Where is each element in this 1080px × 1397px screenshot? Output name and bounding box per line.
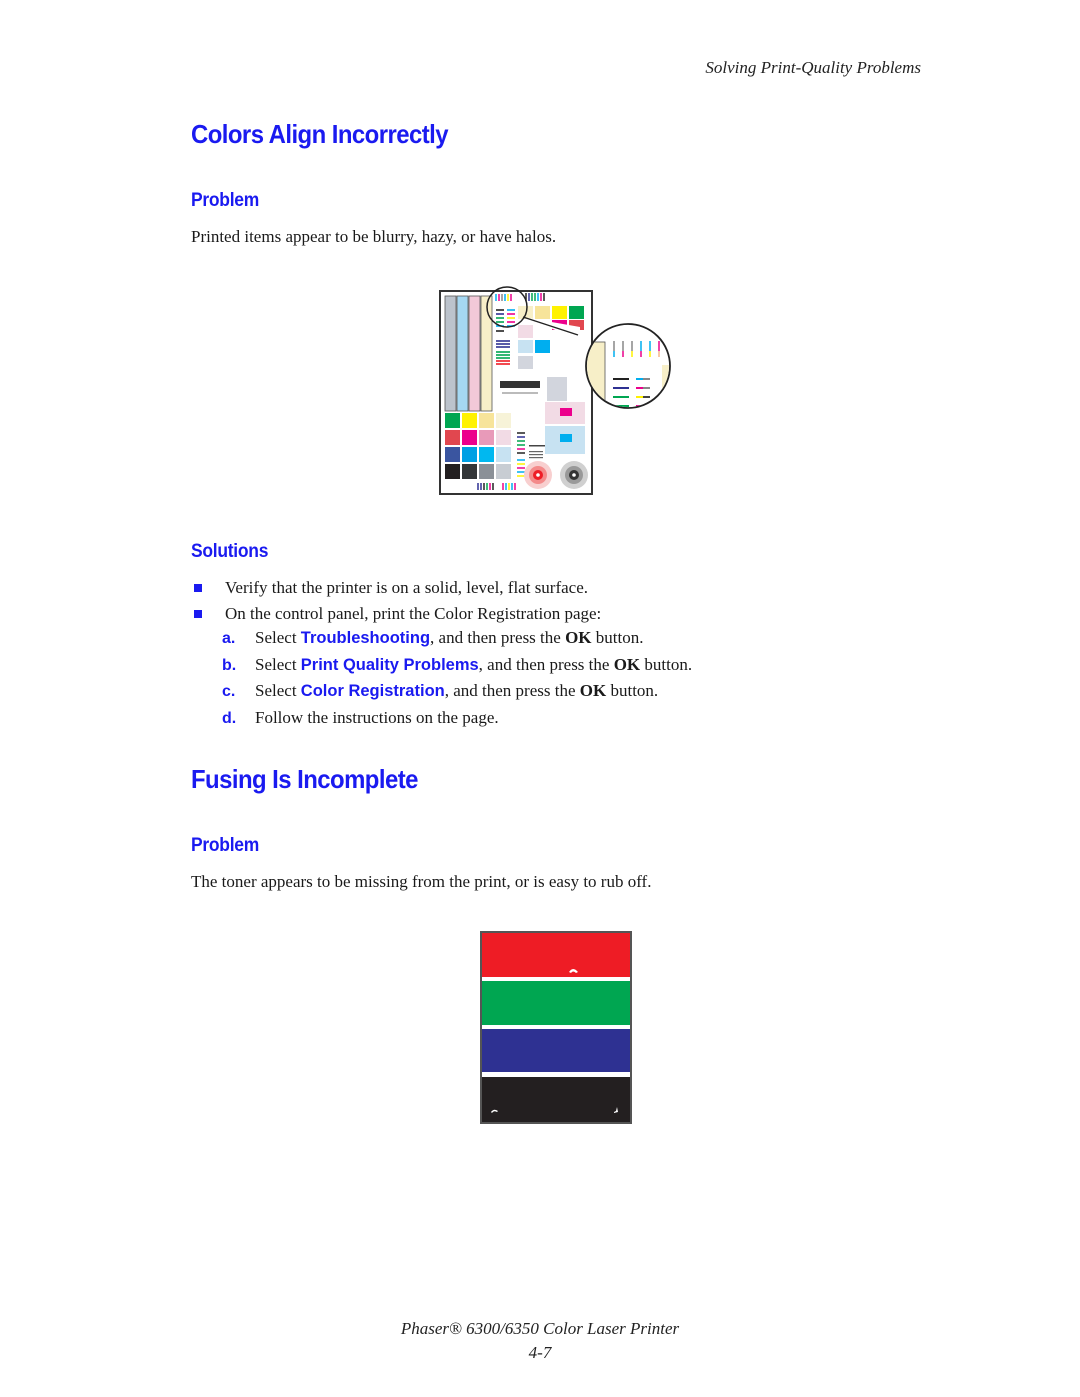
step-b: b. Select Print Quality Problems, and th… [222, 655, 692, 675]
problem-text-2: The toner appears to be missing from the… [191, 872, 652, 891]
section-title-colors-align: Colors Align Incorrectly [191, 119, 449, 149]
step-text: , and then press the [444, 681, 580, 700]
bullet-text: Verify that the printer is on a solid, l… [225, 578, 589, 597]
bullet-square-icon [194, 610, 202, 618]
step-text: Select [255, 628, 301, 647]
color-registration-figure [430, 280, 680, 500]
menu-term-print-quality-problems: Print Quality Problems [300, 656, 479, 674]
ok-button-term: OK [579, 681, 607, 700]
step-text: button. [640, 655, 693, 674]
step-text: , and then press the [430, 628, 566, 647]
page-number: 4-7 [528, 1343, 552, 1362]
step-letter: d. [222, 710, 237, 727]
step-d: d. Follow the instructions on the page. [222, 708, 499, 728]
solutions-heading: Solutions [191, 541, 269, 562]
step-text: , and then press the [478, 655, 614, 674]
step-letter: a. [222, 630, 236, 647]
step-text: button. [606, 681, 659, 700]
running-head: Solving Print-Quality Problems [705, 58, 921, 77]
step-text: Follow the instructions on the page. [255, 708, 499, 727]
problem-heading-2: Problem [191, 835, 260, 856]
bullet-square-icon [194, 584, 202, 592]
step-letter: b. [222, 657, 237, 674]
step-text: Select [255, 681, 301, 700]
section-title-fusing-incomplete: Fusing Is Incomplete [191, 764, 418, 794]
ok-button-term: OK [565, 628, 592, 647]
solution-bullet: Verify that the printer is on a solid, l… [191, 578, 588, 598]
step-a: a. Select Troubleshooting, and then pres… [222, 628, 643, 648]
color-band-green [482, 981, 630, 1025]
color-band-red [482, 933, 630, 977]
color-band-blue [482, 1029, 630, 1072]
menu-term-troubleshooting: Troubleshooting [300, 629, 431, 647]
bullet-text: On the control panel, print the Color Re… [225, 604, 602, 623]
step-c: c. Select Color Registration, and then p… [222, 681, 658, 701]
ok-button-term: OK [613, 655, 641, 674]
color-band-black [482, 1077, 630, 1122]
footer-product: Phaser® 6300/6350 Color Laser Printer [400, 1319, 680, 1338]
problem-heading-1: Problem [191, 190, 260, 211]
fusing-sample-figure [480, 931, 632, 1124]
menu-term-color-registration: Color Registration [300, 682, 445, 700]
step-text: Select [255, 655, 301, 674]
solution-bullet: On the control panel, print the Color Re… [191, 604, 601, 624]
problem-text-1: Printed items appear to be blurry, hazy,… [191, 227, 557, 246]
step-letter: c. [222, 683, 236, 700]
step-text: button. [591, 628, 644, 647]
